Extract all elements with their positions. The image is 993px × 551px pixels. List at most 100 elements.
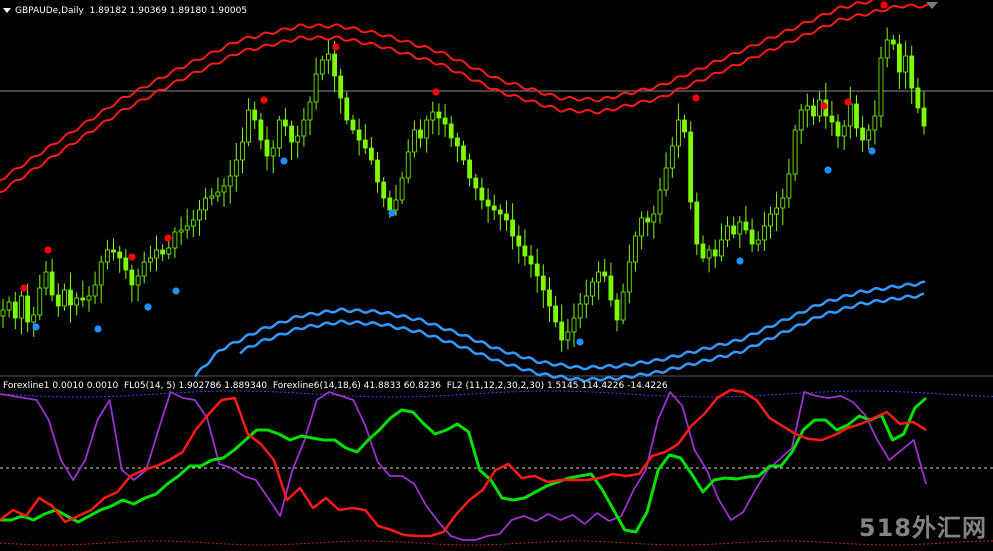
candle-body [233, 159, 239, 177]
candle-body [442, 117, 448, 125]
candle-body [418, 129, 423, 139]
candle-body [583, 295, 589, 305]
signal-dot-high [820, 102, 828, 110]
candle-body [540, 275, 546, 291]
candle-body [86, 295, 92, 301]
candle-body [743, 221, 749, 231]
candle-body [737, 221, 743, 235]
oscillator-red-line [0, 388, 927, 538]
signal-dot-low [736, 257, 744, 265]
candle-body [430, 111, 436, 121]
candle-body [18, 295, 24, 319]
candle-body [313, 73, 319, 103]
signal-dot-low [576, 338, 584, 346]
oscillator-green-line [0, 396, 927, 534]
candle-body [829, 115, 835, 123]
pane-separator [0, 375, 993, 377]
upper-band-inner [0, 3, 930, 193]
indicator-fl2: FL2 (11,12,2,30,2,30) 1.5145 114.4226 -1… [446, 381, 668, 391]
candle-body [522, 245, 528, 257]
candle-body [356, 129, 362, 141]
candle-body [381, 181, 387, 199]
candle-body [565, 331, 571, 341]
candle-body [405, 151, 411, 179]
candle-body [866, 129, 872, 141]
candle-body [774, 207, 779, 215]
candle-body [344, 97, 350, 121]
candle-body [209, 195, 215, 199]
candle-body [92, 284, 98, 297]
candle-body [276, 119, 282, 149]
candle-body [719, 239, 724, 257]
candle-body [633, 235, 638, 263]
candle-body [706, 249, 712, 259]
candle-body [700, 243, 706, 259]
candle-body [301, 119, 307, 137]
candle-body [559, 321, 565, 341]
candle-body [197, 209, 202, 221]
candle-body [485, 199, 491, 207]
candle-body [240, 141, 245, 161]
candle-body [147, 257, 153, 263]
candle-body [399, 177, 405, 201]
candle-body [878, 57, 884, 117]
candle-body [528, 255, 534, 265]
candle-body [663, 167, 669, 191]
signal-dot-low [280, 157, 288, 165]
chart-canvas [0, 0, 993, 546]
chart-stage[interactable]: GBPAUDe,Daily 1.89182 1.90369 1.89180 1.… [0, 0, 993, 551]
candle-body [577, 303, 583, 319]
candle-body [172, 231, 178, 249]
signal-dot-high [128, 253, 136, 261]
candle-body [860, 127, 865, 141]
indicator-fl05: FL05(14, 5) 1.902786 1.889340 [123, 381, 268, 391]
candle-body [835, 121, 841, 137]
candle-body [49, 271, 55, 296]
candle-body [479, 187, 485, 201]
candle-body [350, 119, 356, 131]
ohlc-values: 1.89182 1.90369 1.89180 1.90005 [89, 6, 248, 16]
candle-body [282, 119, 288, 127]
candle-body [246, 109, 252, 143]
candle-body [590, 281, 595, 297]
candle-body [270, 147, 276, 157]
candle-body [903, 55, 908, 73]
candle-body [411, 129, 417, 153]
candle-body [725, 225, 730, 241]
candle-body [55, 294, 61, 307]
candle-body [768, 213, 773, 227]
candle-body [307, 101, 313, 121]
candle-body [154, 249, 159, 259]
candle-body [645, 217, 651, 223]
candle-body [614, 299, 620, 321]
candle-body [461, 145, 466, 161]
candle-body [123, 257, 129, 271]
candle-body [221, 185, 227, 193]
candle-body [62, 289, 67, 307]
indicator-header: Forexline1 0.0010 0.0010 FL05(14, 5) 1.9… [3, 381, 668, 392]
candle-body [338, 75, 344, 99]
candle-body [547, 289, 552, 307]
candle-body [798, 109, 804, 131]
candle-body [436, 111, 442, 119]
signal-dot-low [172, 287, 180, 295]
candle-body [215, 191, 221, 197]
signal-dot-low [144, 303, 152, 311]
candle-body [295, 135, 301, 143]
candle-body [712, 249, 718, 257]
candle-body [325, 53, 331, 61]
candle-body [762, 225, 767, 241]
signal-dot-low [868, 147, 876, 155]
candle-body [804, 105, 810, 111]
candle-body [111, 249, 116, 253]
indicator-forexline6: Forexline6(14,18,6) 41.8833 60.8236 [272, 381, 441, 391]
candle-body [651, 213, 657, 223]
candle-body [448, 123, 454, 139]
candle-body [841, 125, 847, 137]
candle-body [43, 271, 49, 289]
chart-menu-caret-icon[interactable] [3, 8, 11, 13]
candle-body [780, 197, 786, 209]
candle-body [184, 225, 190, 231]
signal-dot-low [824, 166, 832, 174]
candle-body [319, 59, 325, 75]
